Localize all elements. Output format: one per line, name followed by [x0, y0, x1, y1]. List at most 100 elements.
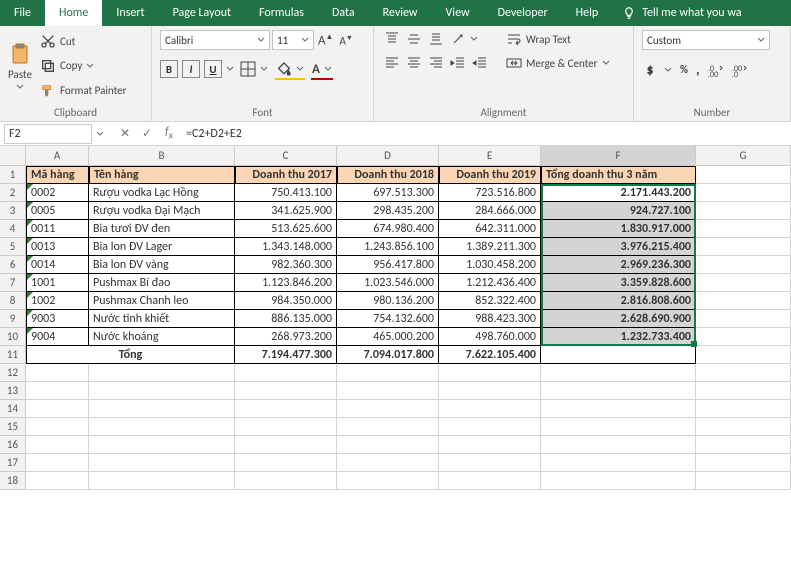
format-painter-button[interactable]: Format Painter [38, 82, 128, 100]
fill-color-button[interactable] [274, 60, 306, 78]
cell[interactable] [235, 382, 337, 400]
cell[interactable] [235, 436, 337, 454]
cell[interactable] [541, 346, 696, 364]
cell[interactable]: 1001 [26, 274, 89, 292]
cell[interactable]: 298.435.200 [337, 202, 439, 220]
cell[interactable]: Doanh thu 2017 [235, 166, 337, 184]
cell[interactable]: 924.727.100 [541, 202, 696, 220]
cell[interactable]: Rượu vodka Đại Mạch [89, 202, 235, 220]
percent-button[interactable]: % [678, 60, 690, 79]
align-top-button[interactable] [382, 30, 402, 48]
cell[interactable] [89, 454, 235, 472]
cell[interactable] [337, 472, 439, 490]
cell[interactable]: 0005 [26, 202, 89, 220]
cell[interactable]: 0014 [26, 256, 89, 274]
tab-insert[interactable]: Insert [102, 0, 158, 26]
cell[interactable]: 0013 [26, 238, 89, 256]
cell[interactable]: 697.513.300 [337, 184, 439, 202]
cell[interactable]: Tổng doanh thu 3 năm [541, 166, 696, 184]
accounting-format-button[interactable]: $ [642, 60, 674, 79]
cell[interactable] [541, 454, 696, 472]
cancel-formula-button[interactable]: ✕ [114, 123, 136, 145]
cell[interactable]: 674.980.400 [337, 220, 439, 238]
decrease-decimal-button[interactable]: .00.0 [730, 60, 750, 79]
cell[interactable] [541, 472, 696, 490]
cell[interactable] [439, 364, 541, 382]
cell[interactable] [26, 454, 89, 472]
cell[interactable] [541, 436, 696, 454]
cell[interactable] [696, 310, 791, 328]
cell[interactable]: 723.516.800 [439, 184, 541, 202]
cell[interactable]: 513.625.600 [235, 220, 337, 238]
cell[interactable]: 1.830.917.000 [541, 220, 696, 238]
cell[interactable] [337, 382, 439, 400]
cell[interactable] [26, 472, 89, 490]
comma-button[interactable]: , [694, 60, 702, 79]
cell[interactable] [26, 418, 89, 436]
cell[interactable]: 980.136.200 [337, 292, 439, 310]
col-header-c[interactable]: C [235, 146, 337, 165]
row-header[interactable]: 18 [0, 472, 26, 490]
row-header[interactable]: 17 [0, 454, 26, 472]
cell[interactable] [439, 400, 541, 418]
cell[interactable] [696, 220, 791, 238]
font-color-button[interactable]: A [310, 60, 334, 78]
row-header[interactable]: 6 [0, 256, 26, 274]
cell[interactable] [89, 418, 235, 436]
row-header[interactable]: 11 [0, 346, 26, 364]
row-header[interactable]: 2 [0, 184, 26, 202]
cell[interactable] [89, 436, 235, 454]
cell[interactable] [89, 472, 235, 490]
shrink-font-button[interactable]: A▼ [337, 32, 354, 49]
cell[interactable]: 852.322.400 [439, 292, 541, 310]
cell[interactable] [235, 472, 337, 490]
cell[interactable]: 1.030.458.200 [439, 256, 541, 274]
row-header[interactable]: 12 [0, 364, 26, 382]
cell[interactable] [439, 436, 541, 454]
cell[interactable]: Nước tinh khiết [89, 310, 235, 328]
cell[interactable] [696, 166, 791, 184]
row-header[interactable]: 10 [0, 328, 26, 346]
row-header[interactable]: 3 [0, 202, 26, 220]
cell[interactable]: 1.023.546.000 [337, 274, 439, 292]
merge-center-button[interactable]: Merge & Center [504, 54, 612, 72]
cell[interactable] [696, 454, 791, 472]
name-box-dropdown[interactable] [96, 130, 104, 138]
cell[interactable] [26, 436, 89, 454]
cell[interactable] [337, 418, 439, 436]
italic-button[interactable]: I [182, 60, 200, 78]
fx-button[interactable]: fx [158, 123, 180, 145]
row-header[interactable]: 16 [0, 436, 26, 454]
cell[interactable]: 341.625.900 [235, 202, 337, 220]
cell[interactable]: 982.360.300 [235, 256, 337, 274]
cell[interactable]: 268.973.200 [235, 328, 337, 346]
row-header[interactable]: 5 [0, 238, 26, 256]
tell-me[interactable]: Tell me what you wa [612, 0, 751, 26]
cell[interactable]: Doanh thu 2019 [439, 166, 541, 184]
paste-button[interactable]: Paste [8, 30, 32, 102]
row-header[interactable]: 9 [0, 310, 26, 328]
cell[interactable]: 1.343.148.000 [235, 238, 337, 256]
align-center-button[interactable] [404, 54, 424, 72]
cell[interactable]: Bia lon ĐV vàng [89, 256, 235, 274]
cell[interactable]: 1002 [26, 292, 89, 310]
cell[interactable] [541, 364, 696, 382]
formula-input[interactable] [180, 124, 791, 144]
col-header-f[interactable]: F [541, 146, 696, 165]
select-all-corner[interactable] [0, 146, 26, 165]
row-header[interactable]: 7 [0, 274, 26, 292]
cell[interactable]: 750.413.100 [235, 184, 337, 202]
cell[interactable] [541, 382, 696, 400]
cell[interactable] [696, 274, 791, 292]
cell[interactable] [26, 364, 89, 382]
cell[interactable]: 984.350.000 [235, 292, 337, 310]
cell[interactable] [89, 400, 235, 418]
cut-button[interactable]: Cut [38, 32, 128, 50]
border-button[interactable] [238, 60, 270, 78]
increase-decimal-button[interactable]: .0.00 [706, 60, 726, 79]
cell[interactable] [235, 364, 337, 382]
cell[interactable] [439, 472, 541, 490]
cell[interactable] [541, 418, 696, 436]
cell[interactable] [337, 364, 439, 382]
cell[interactable]: Tổng [26, 346, 235, 364]
